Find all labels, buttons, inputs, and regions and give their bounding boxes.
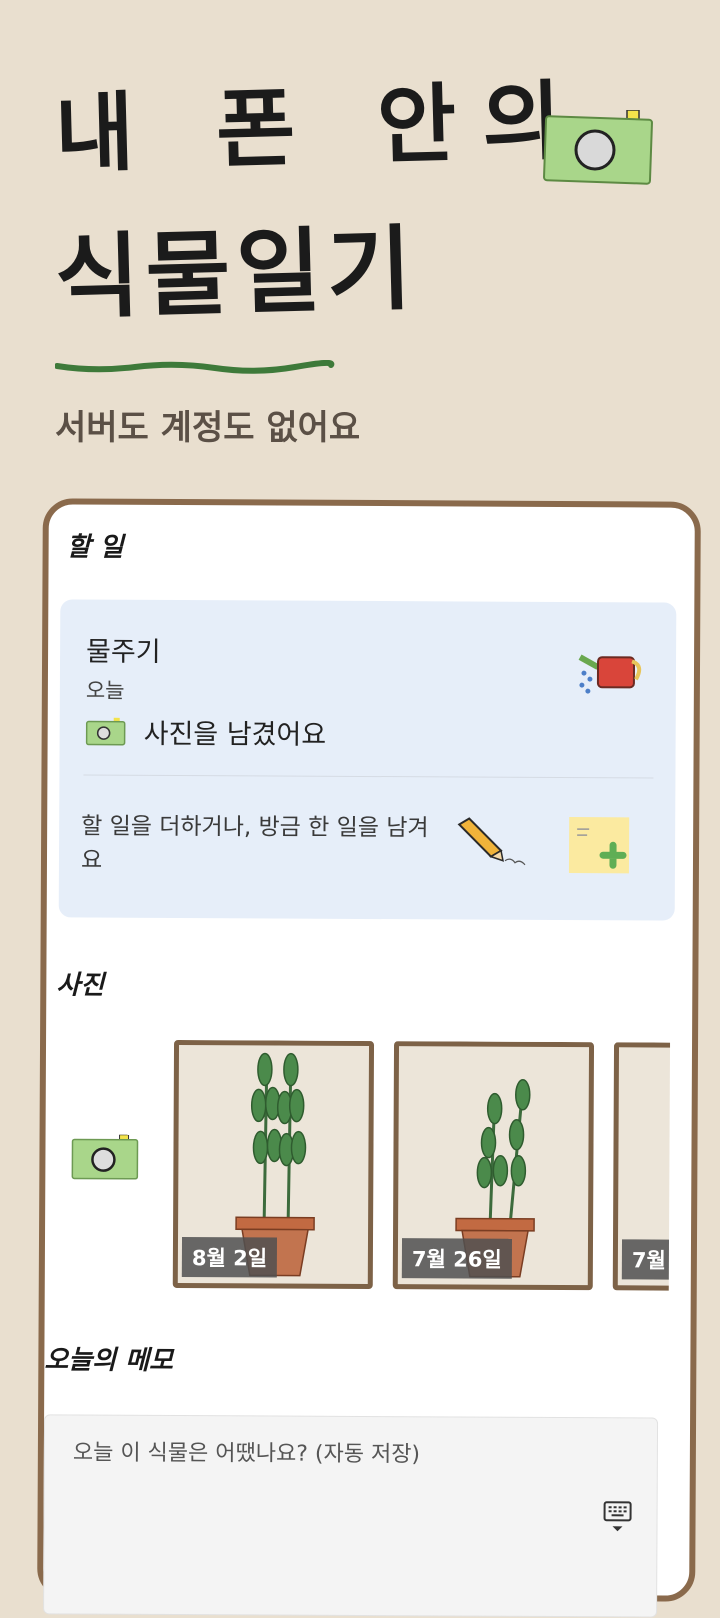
hero-underline [55,360,335,374]
photo-date: 8월 2일 [181,1237,278,1278]
photo-card[interactable]: 7월 1 [612,1042,671,1292]
hero-title-line-2: 식물일기 [53,215,419,332]
watering-can-icon [578,654,642,694]
hero-title-line-1: 내 폰 안의 [53,71,589,185]
photos-section-label: 사진 [56,970,105,1001]
camera-icon [543,110,653,185]
photo-card[interactable]: 7월 26일 [392,1041,595,1291]
photo-strip[interactable]: 8월 2일 7월 26일 7월 1 [65,1039,671,1302]
camera-icon [71,1134,139,1180]
memo-box[interactable] [43,1414,659,1618]
todo-section-label: 할 일 [66,532,124,563]
memo-section-label: 오늘의 메모 [44,1345,174,1376]
photo-card[interactable]: 8월 2일 [172,1039,375,1290]
task-title: 물주기 [85,636,161,668]
photo-done-label: 사진을 남겼어요 [143,718,327,751]
memo-input[interactable] [70,1439,615,1470]
phone-mockup: 할 일 물주기 오늘 사진을 남겼어요 할 일을 더하거나, 방금 한 일을 남… [37,498,701,1618]
camera-icon [85,717,126,745]
task-when: 오늘 [85,678,125,703]
add-note-icon [568,817,630,874]
keyboard-icon[interactable] [602,1500,632,1534]
todo-card[interactable]: 물주기 오늘 사진을 남겼어요 할 일을 더하거나, 방금 한 일을 남겨요 [58,599,677,921]
hero-subtitle: 서버도 계정도 없어요 [55,408,361,448]
todo-divider [83,774,654,779]
add-photo-button[interactable] [71,1134,139,1184]
photo-date: 7월 26일 [401,1238,512,1279]
add-task-prompt[interactable]: 할 일을 더하거나, 방금 한 일을 남겨요 [81,809,441,879]
add-task-button[interactable] [567,815,631,875]
photo-date: 7월 1 [621,1239,671,1280]
photo-done-row: 사진을 남겼어요 [85,712,327,752]
pencil-icon [457,817,526,866]
